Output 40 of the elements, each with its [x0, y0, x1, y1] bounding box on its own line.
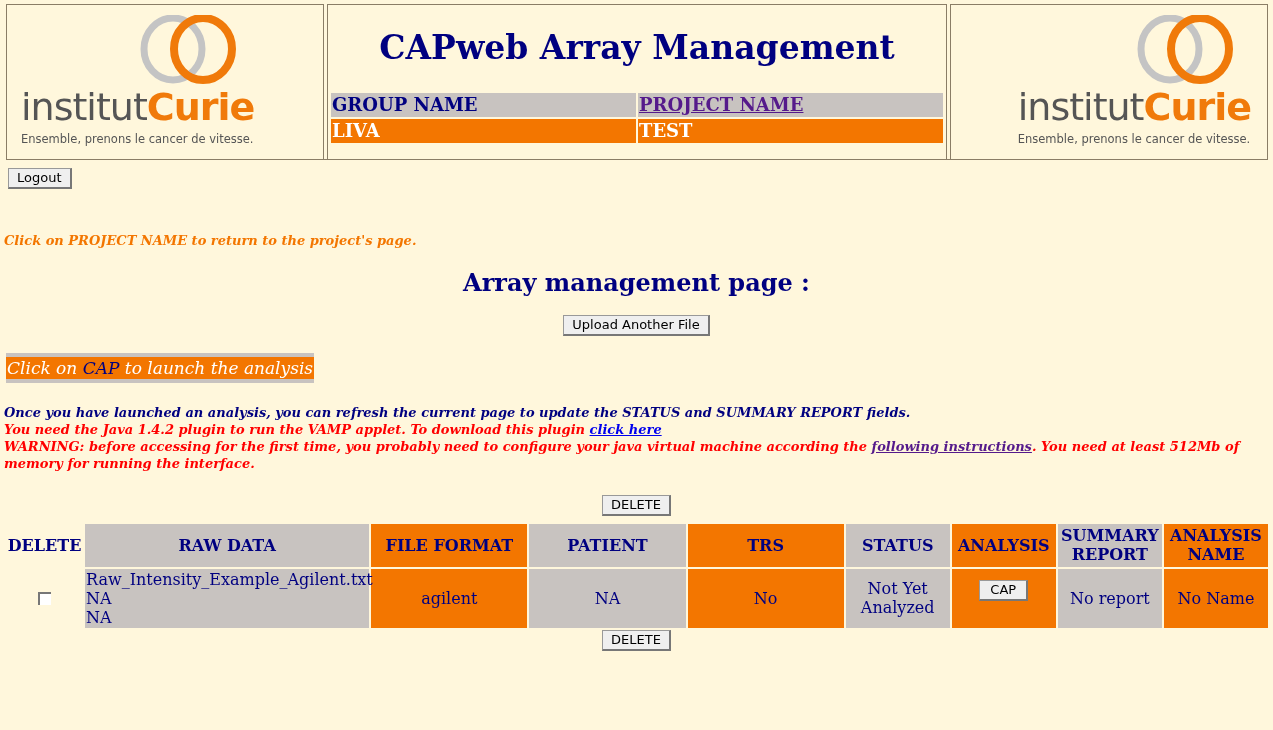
info-value-cell: LIVA	[331, 118, 636, 143]
info-notice: Once you have launched an analysis, you can refresh the current page to update the STATUS and SUMMARY REPORT fields.	[4, 403, 912, 421]
table-cell-text: Not Yet Analyzed	[860, 579, 935, 617]
info-header-cell[interactable]: PROJECT NAME	[638, 92, 943, 117]
cap-button[interactable]: CAP	[979, 579, 1029, 601]
logout-button[interactable]: Logout	[8, 168, 72, 189]
raw-data-text: NA	[86, 607, 113, 627]
table-cell-text: No report	[1069, 588, 1150, 608]
warning-notice: You need the Java 1.4.2 plugin to run the VAMP applet. To download this plugin click here	[4, 420, 663, 438]
info-header-cell: GROUP NAME	[331, 92, 636, 117]
raw-data-text: NA	[86, 588, 112, 608]
logo-tagline: Ensemble, prenons le cancer de vitesse.	[1017, 131, 1251, 148]
column-header: FILE FORMAT	[371, 523, 528, 567]
institut-curie-wordmark: institutCurie	[1017, 87, 1251, 127]
column-header: DELETE	[6, 534, 83, 557]
column-header: SUMMARY REPORT	[1057, 523, 1162, 567]
table-cell-text: No Name	[1177, 588, 1255, 608]
column-header: STATUS	[845, 523, 950, 567]
upload-button[interactable]: Upload Another File	[563, 314, 710, 336]
instruction-banner: Click on CAP to launch the analysis	[6, 352, 315, 383]
page-heading: Array management page :	[461, 266, 811, 299]
table-cell-text: NA	[594, 588, 621, 608]
page-title: CAPweb Array Management	[378, 27, 896, 69]
table-cell-text: agilent	[421, 588, 478, 608]
column-header: ANALYSIS	[951, 523, 1056, 567]
table-cell-text: No	[753, 588, 778, 608]
column-header: ANALYSIS NAME	[1163, 523, 1268, 567]
notice-link[interactable]: click here	[589, 421, 662, 437]
delete-checkbox[interactable]	[38, 592, 51, 605]
info-value-cell: TEST	[638, 118, 943, 143]
delete-button[interactable]: DELETE	[602, 494, 671, 516]
institut-curie-wordmark: institutCurie	[21, 87, 255, 127]
column-header: PATIENT	[529, 523, 686, 567]
delete-button[interactable]: DELETE	[602, 629, 671, 651]
warning-notice: WARNING: before accessing for the first time, you probably need to configure your java virtual machine according the following instructions. You need at least 512Mb of memory for running the interface.	[4, 437, 1242, 472]
column-header: RAW DATA	[85, 523, 370, 567]
hint-text: Click on PROJECT NAME to return to the project's page.	[3, 232, 418, 250]
logo-tagline: Ensemble, prenons le cancer de vitesse.	[21, 131, 254, 148]
notice-link[interactable]: following instructions	[871, 438, 1032, 454]
column-header: TRS	[687, 523, 844, 567]
